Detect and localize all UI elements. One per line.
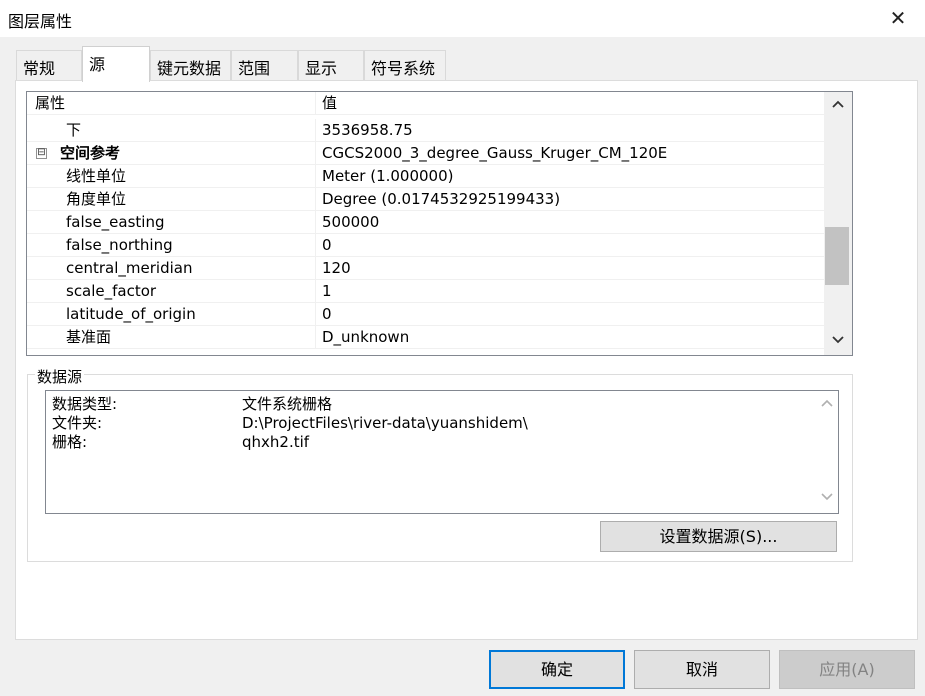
grid-row-property: 下	[27, 119, 316, 142]
ok-button[interactable]: 确定	[489, 650, 625, 689]
grid-row-value: 0	[322, 236, 332, 254]
grid-row-property: false_easting	[27, 211, 316, 234]
grid-row[interactable]: 角度单位 Degree (0.0174532925199433)	[27, 188, 824, 211]
grid-header: 属性 值	[27, 92, 824, 115]
tab-general[interactable]: 常规	[16, 50, 82, 81]
grid-row[interactable]: false_northing 0	[27, 234, 824, 257]
tab-key-metadata[interactable]: 键元数据	[150, 50, 231, 81]
collapse-icon[interactable]: ⊟	[36, 148, 47, 159]
grid-header-property: 属性	[27, 92, 316, 115]
tab-extent[interactable]: 范围	[231, 50, 298, 81]
grid-row-value: Degree (0.0174532925199433)	[322, 190, 561, 208]
grid-row[interactable]: central_meridian 120	[27, 257, 824, 280]
grid-row-value: 3536958.75	[322, 121, 413, 139]
grid-row[interactable]: 下 3536958.75	[27, 119, 824, 142]
grid-row-value: D_unknown	[322, 328, 410, 346]
grid-row-value: CGCS2000_3_degree_Gauss_Kruger_CM_120E	[322, 144, 668, 162]
info-key: 文件夹:	[52, 414, 103, 432]
info-key: 栅格:	[52, 433, 88, 451]
grid-row[interactable]: false_easting 500000	[27, 211, 824, 234]
chevron-down-icon[interactable]	[815, 491, 839, 506]
scrollbar-thumb[interactable]	[825, 227, 849, 285]
info-line: 栅格: qhxh2.tif	[52, 433, 812, 452]
grid-row-value: Meter (1.000000)	[322, 167, 454, 185]
grid-row-property: ⊟ 空间参考	[27, 142, 316, 165]
title-bar: 图层属性 ✕	[0, 0, 925, 37]
grid-row-value: 500000	[322, 213, 380, 231]
section-label: 空间参考	[60, 144, 121, 162]
chevron-up-icon[interactable]	[824, 96, 852, 116]
info-value: qhxh2.tif	[242, 433, 310, 451]
data-source-group-label: 数据源	[35, 366, 85, 387]
close-icon[interactable]: ✕	[876, 2, 920, 34]
grid-row[interactable]: 线性单位 Meter (1.000000)	[27, 165, 824, 188]
grid-row-property: false_northing	[27, 234, 316, 257]
tab-symbology[interactable]: 符号系统	[364, 50, 446, 81]
grid-scrollbar[interactable]	[824, 92, 852, 355]
grid-row-property: 线性单位	[27, 165, 316, 188]
grid-row-property: 基准面	[27, 326, 316, 349]
grid-row-section[interactable]: ⊟ 空间参考 CGCS2000_3_degree_Gauss_Kruger_CM…	[27, 142, 824, 165]
chevron-down-icon[interactable]	[824, 332, 852, 352]
data-source-info[interactable]: 数据类型: 文件系统栅格 文件夹: D:\ProjectFiles\river-…	[45, 390, 839, 514]
chevron-up-icon[interactable]	[815, 397, 839, 412]
window-title: 图层属性	[8, 12, 73, 31]
info-scrollbar[interactable]	[815, 391, 839, 513]
grid-row[interactable]: 基准面 D_unknown	[27, 326, 824, 349]
apply-button[interactable]: 应用(A)	[779, 650, 915, 689]
grid-row[interactable]: latitude_of_origin 0	[27, 303, 824, 326]
info-value: 文件系统栅格	[242, 395, 333, 413]
grid-header-value: 值	[322, 94, 338, 112]
info-value: D:\ProjectFiles\river-data\yuanshidem\	[242, 414, 528, 432]
grid-row-property: latitude_of_origin	[27, 303, 316, 326]
grid-row-value: 1	[322, 282, 332, 300]
grid-row-property: 角度单位	[27, 188, 316, 211]
info-line: 数据类型: 文件系统栅格	[52, 395, 812, 414]
info-key: 数据类型:	[52, 395, 118, 413]
grid-row-value: 120	[322, 259, 351, 277]
grid-row[interactable]: scale_factor 1	[27, 280, 824, 303]
grid-row-property: central_meridian	[27, 257, 316, 280]
tab-display[interactable]: 显示	[298, 50, 364, 81]
set-data-source-button[interactable]: 设置数据源(S)...	[600, 521, 837, 552]
cancel-button[interactable]: 取消	[634, 650, 770, 689]
tab-source[interactable]: 源	[82, 46, 150, 82]
grid-row-value: 0	[322, 305, 332, 323]
grid-row-property: scale_factor	[27, 280, 316, 303]
property-grid[interactable]: 属性 值 下 3536958.75 ⊟ 空间参考 CGCS2000_3_degr…	[26, 91, 853, 356]
info-line: 文件夹: D:\ProjectFiles\river-data\yuanshid…	[52, 414, 812, 433]
